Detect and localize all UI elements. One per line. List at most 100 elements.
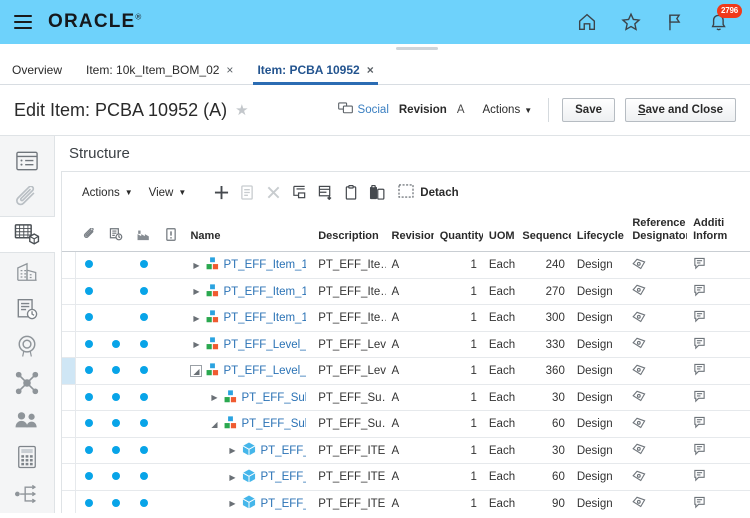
cell-additional-information[interactable] bbox=[687, 331, 750, 359]
row-selection-gutter[interactable] bbox=[62, 490, 77, 513]
table-row[interactable]: ▶ PT_EFF_Item_1k_ PT_EFF_Ite…A1Each240Desi… bbox=[62, 251, 750, 279]
row-indicator-cell[interactable] bbox=[130, 251, 158, 279]
item-name-link[interactable]: PT_EFF_ bbox=[260, 471, 306, 483]
status-dot-indicator[interactable] bbox=[85, 472, 94, 481]
column-header-revision[interactable]: Revision bbox=[385, 213, 434, 253]
cell-name[interactable]: ▶ PT_EFF_ bbox=[184, 437, 313, 465]
row-indicator-cell[interactable] bbox=[102, 410, 131, 438]
tab-item-10k-item-bom-02[interactable]: Item: 10k_Item_BOM_02 × bbox=[74, 63, 245, 84]
status-dot-indicator[interactable] bbox=[139, 286, 148, 295]
add-plus-icon[interactable] bbox=[208, 181, 234, 205]
cell-additional-information[interactable] bbox=[687, 304, 750, 332]
cell-reference-designator[interactable] bbox=[626, 304, 688, 332]
item-name-link[interactable]: PT_EFF_Item_1k_ bbox=[223, 286, 306, 298]
cell-name[interactable]: ▶ PT_EFF_Item_1k_ bbox=[184, 251, 313, 279]
status-dot-indicator[interactable] bbox=[112, 419, 121, 428]
row-selection-gutter[interactable] bbox=[62, 410, 77, 438]
row-indicator-cell[interactable] bbox=[102, 304, 131, 332]
tag-icon[interactable] bbox=[632, 284, 646, 299]
table-row[interactable]: ▶ PT_EFF_Item_1k_ PT_EFF_Ite…A1Each270Desi… bbox=[62, 278, 750, 306]
rail-item-team[interactable] bbox=[0, 402, 54, 439]
tag-icon[interactable] bbox=[632, 443, 646, 458]
status-dot-indicator[interactable] bbox=[139, 445, 148, 454]
status-dot-indicator[interactable] bbox=[112, 339, 121, 348]
row-indicator-cell[interactable] bbox=[130, 410, 158, 438]
rail-item-quality[interactable] bbox=[0, 328, 54, 365]
expand-row-triangle-icon[interactable]: ▶ bbox=[208, 392, 220, 404]
status-dot-indicator[interactable] bbox=[112, 445, 121, 454]
row-indicator-cell[interactable] bbox=[157, 410, 185, 438]
row-indicator-cell[interactable] bbox=[130, 437, 158, 465]
indent-structure-icon[interactable] bbox=[286, 181, 312, 205]
tab-item-pcba-10952[interactable]: Item: PCBA 10952 × bbox=[245, 63, 385, 85]
table-row[interactable]: ◢ PT_EFF_Sub_ PT_EFF_Su…A1Each60Design bbox=[62, 410, 750, 438]
table-row[interactable]: ▶ PT_EFF_Item_1k_ PT_EFF_Ite…A1Each300Desi… bbox=[62, 304, 750, 332]
row-indicator-cell[interactable] bbox=[130, 490, 158, 513]
status-dot-indicator[interactable] bbox=[139, 339, 148, 348]
table-row[interactable]: ▶ PT_EFF_Level_14 PT_EFF_Lev…A1Each330Desi… bbox=[62, 331, 750, 359]
row-indicator-cell[interactable] bbox=[130, 278, 158, 306]
info-note-icon[interactable] bbox=[693, 257, 706, 273]
status-dot-indicator[interactable] bbox=[85, 419, 94, 428]
tag-icon[interactable] bbox=[632, 258, 646, 273]
row-indicator-cell[interactable] bbox=[130, 304, 158, 332]
cell-reference-designator[interactable] bbox=[626, 331, 688, 359]
cell-name[interactable]: ▶ PT_EFF_Sub_ bbox=[184, 384, 313, 412]
row-indicator-cell[interactable] bbox=[130, 463, 158, 491]
status-dot-indicator[interactable] bbox=[85, 260, 94, 269]
social-link[interactable]: Social bbox=[337, 102, 389, 118]
structure-table-scroll[interactable]: Name Description Revision Quantity UOM S… bbox=[62, 213, 750, 513]
item-name-link[interactable]: PT_EFF_Item_1k_ bbox=[223, 312, 306, 324]
row-selection-gutter[interactable] bbox=[62, 251, 77, 279]
cell-reference-designator[interactable] bbox=[626, 463, 688, 491]
table-row[interactable]: ▶ PT_EFF_ PT_EFF_ITE A 1 Each 90 Design bbox=[62, 490, 750, 513]
row-indicator-cell[interactable] bbox=[157, 437, 185, 465]
row-indicator-cell[interactable] bbox=[75, 437, 103, 465]
rail-item-organizations[interactable] bbox=[0, 253, 54, 290]
cell-additional-information[interactable] bbox=[687, 490, 750, 513]
expand-row-triangle-icon[interactable]: ▶ bbox=[226, 471, 238, 483]
info-note-icon[interactable] bbox=[693, 443, 706, 459]
info-note-icon[interactable] bbox=[693, 496, 706, 512]
item-name-link[interactable]: PT_EFF_Item_1k_ bbox=[223, 259, 306, 271]
item-name-link[interactable]: PT_EFF_ bbox=[260, 445, 306, 457]
cell-additional-information[interactable] bbox=[687, 410, 750, 438]
row-indicator-cell[interactable] bbox=[102, 384, 131, 412]
tag-icon[interactable] bbox=[632, 470, 646, 485]
export-rows-icon[interactable] bbox=[312, 181, 338, 205]
row-selection-gutter[interactable] bbox=[62, 384, 77, 412]
row-indicator-cell[interactable] bbox=[75, 410, 103, 438]
row-indicator-cell[interactable] bbox=[157, 463, 185, 491]
row-selection-gutter[interactable] bbox=[62, 278, 77, 306]
paste-clipboard-icon[interactable] bbox=[364, 181, 390, 205]
cell-name[interactable]: ▶ PT_EFF_ bbox=[184, 463, 313, 491]
cell-reference-designator[interactable] bbox=[626, 251, 688, 279]
copy-clipboard-icon[interactable] bbox=[338, 181, 364, 205]
row-selection-gutter[interactable] bbox=[62, 463, 77, 491]
favorites-star-icon[interactable] bbox=[620, 11, 642, 33]
hamburger-icon[interactable] bbox=[14, 15, 32, 29]
info-note-icon[interactable] bbox=[693, 363, 706, 379]
status-dot-indicator[interactable] bbox=[85, 286, 94, 295]
row-selection-gutter[interactable] bbox=[62, 437, 77, 465]
flag-icon[interactable] bbox=[664, 11, 686, 33]
cell-additional-information[interactable] bbox=[687, 437, 750, 465]
save-and-close-button[interactable]: Save and Close bbox=[624, 98, 736, 122]
row-indicator-cell[interactable] bbox=[75, 304, 103, 332]
item-name-link[interactable]: PT_EFF_Sub_ bbox=[241, 418, 306, 430]
cell-reference-designator[interactable] bbox=[626, 490, 688, 513]
status-dot-indicator[interactable] bbox=[139, 260, 148, 269]
expand-row-triangle-icon[interactable]: ▶ bbox=[190, 259, 202, 271]
rail-item-overview[interactable] bbox=[0, 142, 54, 179]
table-row[interactable]: ▶ PT_EFF_ PT_EFF_ITE…A1Each60Design bbox=[62, 463, 750, 491]
status-dot-indicator[interactable] bbox=[139, 313, 148, 322]
tag-icon[interactable] bbox=[632, 417, 646, 432]
rail-item-attachments[interactable] bbox=[0, 179, 54, 216]
cell-name[interactable]: ▶ PT_EFF_Item_1k_ bbox=[184, 278, 313, 306]
save-button[interactable]: Save bbox=[562, 98, 615, 122]
status-dot-indicator[interactable] bbox=[139, 472, 148, 481]
cell-additional-information[interactable] bbox=[687, 357, 750, 385]
status-dot-indicator[interactable] bbox=[139, 392, 148, 401]
home-icon[interactable] bbox=[576, 11, 598, 33]
actions-menu-button[interactable]: Actions ▼ bbox=[482, 104, 532, 116]
